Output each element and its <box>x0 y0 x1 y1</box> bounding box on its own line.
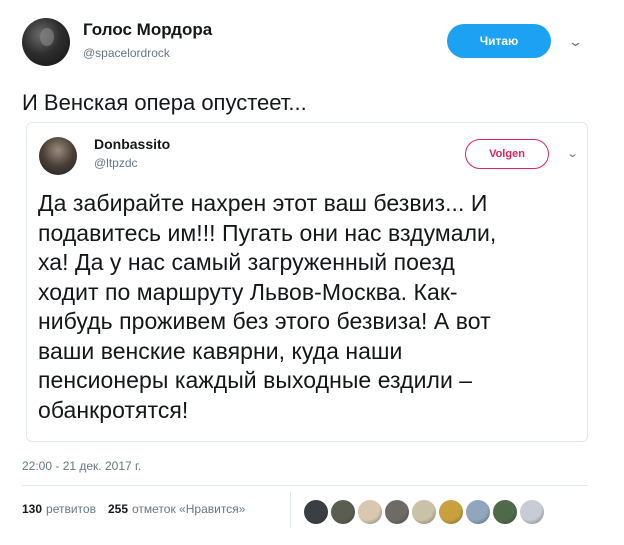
liker-avatar[interactable] <box>331 500 355 524</box>
tweet-card: Голос Мордора @spacelordrock Читаю ⌄ И В… <box>0 0 624 545</box>
tweet-timestamp[interactable]: 22:00 - 21 дек. 2017 г. <box>22 459 141 473</box>
quoted-text-line: подавитесь им!!! Пугать они нас вздумали… <box>38 219 497 246</box>
retweets-count: 130 <box>22 502 43 516</box>
liker-avatar[interactable] <box>385 500 409 524</box>
liker-avatar[interactable] <box>466 500 490 524</box>
quoted-more-chevron-down-icon[interactable]: ⌄ <box>566 147 579 160</box>
likers-avatar-list <box>304 500 547 524</box>
likes-stat[interactable]: 255 отметок «Нравится» <box>108 502 245 516</box>
divider <box>22 485 588 486</box>
tweet-text: И Венская опера опустеет... <box>22 90 307 115</box>
liker-avatar[interactable] <box>439 500 463 524</box>
quoted-tweet[interactable]: Donbassito @ltpzdc Volgen ⌄ Да забирайте… <box>26 122 588 442</box>
liker-avatar[interactable] <box>520 500 544 524</box>
author-name[interactable]: Голос Мордора <box>83 20 212 40</box>
liker-avatar[interactable] <box>304 500 328 524</box>
liker-avatar[interactable] <box>412 500 436 524</box>
follow-button[interactable]: Читаю <box>447 24 551 58</box>
quoted-text-line: нибудь проживем без этого безвиза! А вот <box>38 308 491 334</box>
retweets-label: ретвитов <box>46 502 96 516</box>
stats-separator <box>290 492 291 528</box>
quoted-author-name[interactable]: Donbassito <box>94 136 170 152</box>
quoted-text-line: ха! Да у нас самый загруженный поезд <box>38 249 455 275</box>
quoted-text-line: ваши венские кавярни, куда наши <box>38 337 403 364</box>
quoted-text-line: ходит по маршруту Львов-Москва. Как- <box>38 278 458 305</box>
liker-avatar[interactable] <box>358 500 382 524</box>
retweets-stat[interactable]: 130 ретвитов <box>22 502 96 516</box>
more-options-chevron-down-icon[interactable]: ⌄ <box>568 34 583 50</box>
author-avatar[interactable] <box>22 18 70 66</box>
tweet-stats: 130 ретвитов 255 отметок «Нравится» <box>22 502 257 516</box>
liker-avatar[interactable] <box>493 500 517 524</box>
quoted-tweet-text: Да забирайте нахрен этот ваш безвиз... И… <box>38 189 583 425</box>
quoted-text-line: Да забирайте нахрен этот ваш безвиз... И <box>38 190 488 216</box>
likes-label: отметок «Нравится» <box>132 502 246 516</box>
quoted-author-avatar[interactable] <box>39 137 77 175</box>
quoted-author-handle[interactable]: @ltpzdc <box>94 156 138 170</box>
likes-count: 255 <box>107 502 128 516</box>
author-handle[interactable]: @spacelordrock <box>83 46 170 60</box>
quoted-text-line: обанкротятся! <box>38 396 189 423</box>
quoted-follow-button[interactable]: Volgen <box>465 139 549 169</box>
quoted-text-line: пенсионеры каждый выходные ездили – <box>38 367 473 393</box>
